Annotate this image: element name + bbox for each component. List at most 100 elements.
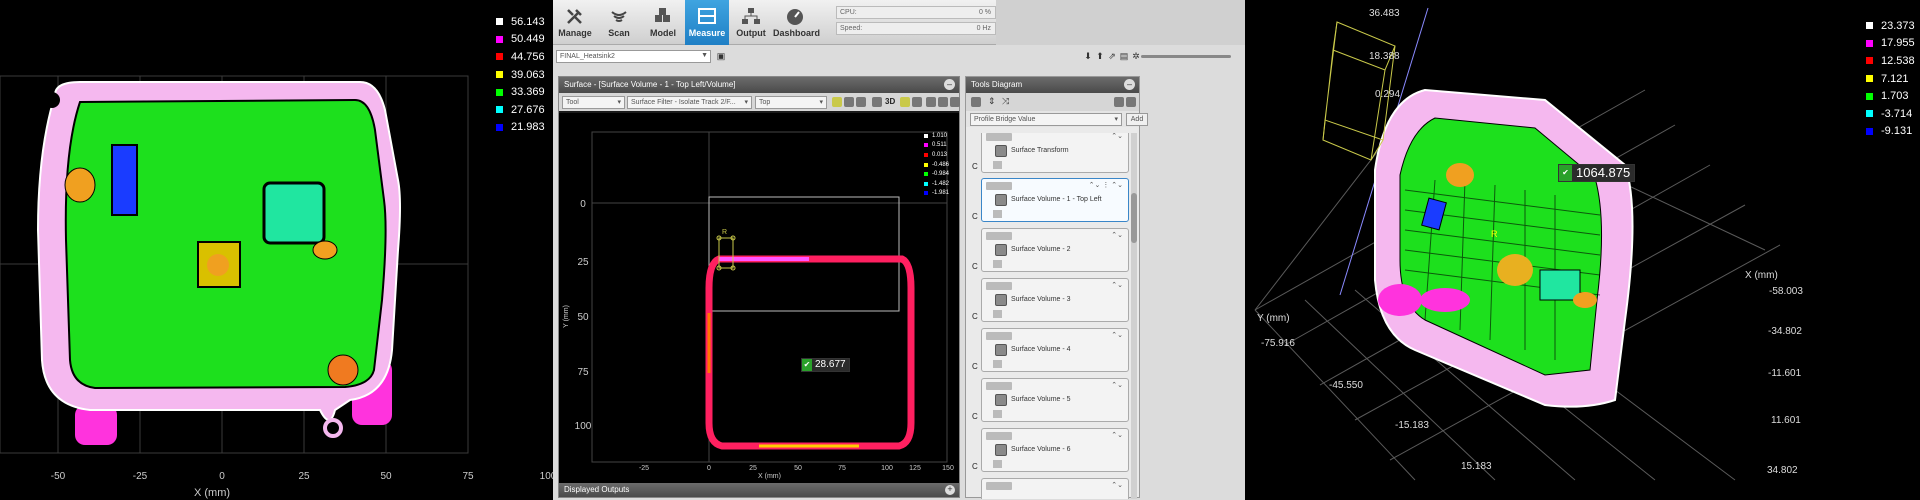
right-3d-view[interactable]: R ✔ 1064.875 23.373 17.955 12.538 7.121 1… [1245,0,1920,500]
add-tool-button[interactable]: Add [1126,113,1148,126]
measure-button[interactable]: Measure [685,0,729,45]
io-icon [993,310,1002,318]
x-tick-label: 150 [942,465,954,472]
tool-icon [995,444,1007,456]
x-tick-label: 100 [539,471,553,482]
minimize-icon[interactable]: – [1124,79,1135,90]
tool-c-label: C [972,262,978,271]
3d-surface-render: R [1254,7,1781,481]
left-height-map [0,75,469,454]
sort-icon[interactable]: ⇕ [988,96,996,107]
measurement-badge[interactable]: ✔ 1064.875 [1558,164,1636,182]
tool-icon [995,145,1007,157]
chevron-down-icon: ▾ [1114,116,1118,123]
render-mode-icon[interactable] [832,97,842,107]
tool-c-label: C [972,212,978,221]
render-mode-icon[interactable] [844,97,854,107]
scan-button[interactable]: Scan [597,0,641,45]
gear-icon[interactable] [912,97,922,107]
job-select[interactable]: FINAL_Heatsink2 ▼ [556,50,711,63]
measurement-badge[interactable]: ✔ 28.677 [801,358,850,372]
tool-item[interactable]: Surface Volume - 6 ⌃⌄ [981,428,1129,472]
x-tick-label: -11.601 [1768,368,1802,379]
tool-item[interactable]: Surface Transform ⌃⌄ [981,133,1129,173]
view-select[interactable]: Top ▾ [755,96,827,109]
tool-icon [995,194,1007,206]
list-view-icon[interactable] [971,97,981,107]
collapse-icon[interactable]: ⤨ [1002,96,1009,107]
tool-item[interactable]: ⌃⌄ [981,478,1129,499]
filter-select[interactable]: Surface Filter - Isolate Track 2/F... ▾ [627,96,752,109]
tools-panel-title: Tools Diagram [971,80,1023,89]
tools-scrollbar[interactable] [1131,133,1137,499]
replay-slider[interactable] [1141,55,1231,58]
model-button[interactable]: Model [641,0,685,45]
render-mode-icon[interactable] [856,97,866,107]
updown-icon: ⌃⌄ [1111,133,1123,140]
pointer-icon[interactable] [926,97,936,107]
x-tick-label: 0 [219,471,225,482]
left-2d-view[interactable]: 56.143 50.449 44.756 39.063 33.369 27.67… [0,0,553,500]
tools-controls: ⇕ ⤨ [966,93,1139,111]
tool-item[interactable]: Surface Volume - 5 ⌃⌄ [981,378,1129,422]
y-tick-label: -45.550 [1329,380,1363,391]
hand-icon[interactable] [938,97,948,107]
network-icon [742,8,760,24]
y-tick-label: 0 [580,199,586,210]
legend-entry: 33.369 [496,83,545,101]
x-axis-label: X (mm) [1745,270,1778,281]
view-3d-button[interactable]: 3D [885,97,895,106]
legend-entry: 0.013 [924,150,949,160]
export-icon[interactable]: ⇗ [1107,51,1117,61]
dashboard-button[interactable]: Dashboard [773,0,820,45]
tool-item[interactable]: Surface Volume - 2 ⌃⌄ [981,228,1129,272]
tool-type-select[interactable]: Profile Bridge Value ▾ [970,113,1122,126]
surface-plot[interactable]: R 0 25 50 75 100 -25 0 25 50 75 100 125 … [559,113,959,483]
surface-panel-title: Surface - [Surface Volume - 1 - Top Left… [564,80,736,89]
scrollbar-thumb[interactable] [1131,193,1137,243]
io-icon [993,210,1002,218]
displayed-outputs-header[interactable]: Displayed Outputs + [559,483,959,497]
x-tick-label: -50 [50,471,66,482]
manage-button[interactable]: Manage [553,0,597,45]
reorder-icon: ⌃⌄ ⋮ ⌃⌄ [1088,182,1123,189]
io-icon [986,182,1012,190]
target-icon[interactable] [900,97,910,107]
save-icon[interactable]: ▣ [716,51,726,61]
grid-icon[interactable] [872,97,882,107]
x-tick-label: 125 [909,465,921,472]
download-icon[interactable]: ⬇ [1083,51,1093,61]
legend-entry: 56.143 [496,13,545,31]
expand-icon[interactable]: + [945,485,955,495]
output-button[interactable]: Output [729,0,773,45]
delete-icon[interactable]: ▤ [1119,51,1129,61]
zoom-icon[interactable] [950,97,960,107]
chevron-down-icon: ▾ [617,99,621,106]
settings-icon[interactable]: ✲ [1131,51,1141,61]
toolbar-spacer [996,0,1245,45]
tool-c-label: C [972,162,978,171]
tool-icon [995,394,1007,406]
tool-icon [995,294,1007,306]
io-icon [986,382,1012,390]
io-icon [986,432,1012,440]
x-tick-label: -25 [132,471,148,482]
io-icon [986,482,1012,490]
x-tick-label: -58.003 [1769,286,1803,297]
legend-entry: 12.538 [1866,52,1915,70]
layout-icon[interactable] [1114,97,1124,107]
layout-icon[interactable] [1126,97,1136,107]
minimize-icon[interactable]: – [944,79,955,90]
tool-item[interactable]: Surface Volume - 4 ⌃⌄ [981,328,1129,372]
y-tick-label: 75 [577,367,589,378]
x-tick-label: 75 [838,465,846,472]
updown-icon: ⌃⌄ [1111,432,1123,439]
tool-select[interactable]: Tool ▾ [562,96,625,109]
legend-entry: -3.714 [1866,105,1915,123]
tool-item[interactable]: Surface Volume - 3 ⌃⌄ [981,278,1129,322]
io-icon [993,360,1002,368]
y-tick-label: 25 [577,257,589,268]
tool-item-selected[interactable]: Surface Volume - 1 - Top Left ⌃⌄ ⋮ ⌃⌄ [981,178,1129,222]
tool-icon [995,244,1007,256]
upload-icon[interactable]: ⬆ [1095,51,1105,61]
